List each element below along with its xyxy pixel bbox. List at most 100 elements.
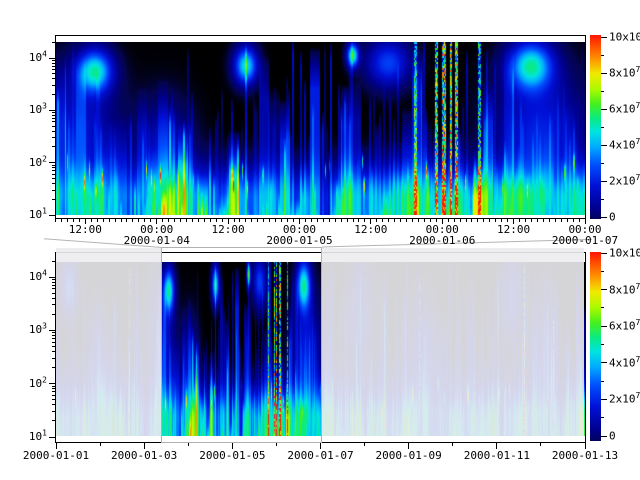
x-minor-tick [525,219,526,222]
x-minor-tick [358,219,359,222]
y-tick-label: 101 [0,431,47,442]
y-minor-tick [52,42,55,43]
colorbar-major-tick [601,37,607,38]
x-minor-tick [364,443,365,446]
x-minor-tick [543,219,544,222]
zoom-spectrogram[interactable] [56,42,585,215]
colorbar-minor-tick [601,271,604,272]
unselected-shade-right [322,248,584,436]
y-minor-tick [52,386,55,387]
colorbar-tick-label: 2x107 [609,176,640,187]
x-minor-tick [555,219,556,222]
colorbar-minor-tick [601,91,604,92]
y-minor-tick [52,332,55,333]
y-minor-tick [52,411,55,412]
x-minor-tick [305,219,306,222]
x-minor-tick [180,219,181,222]
x-minor-tick [144,219,145,222]
x-minor-tick [452,443,453,446]
x-minor-tick [436,219,437,222]
x-minor-tick [103,219,104,222]
y-tick-label: 101 [0,209,47,220]
x-minor-tick [281,219,282,222]
x-minor-tick [275,219,276,222]
x-minor-tick [245,219,246,222]
y-minor-tick [52,115,55,116]
y-minor-tick [52,338,55,339]
x-minor-tick [293,219,294,222]
y-major-tick [49,330,55,331]
x-minor-tick [97,219,98,222]
x-minor-tick [347,219,348,222]
y-minor-tick [52,60,55,61]
colorbar-minor-tick [601,127,604,128]
x-minor-tick [483,219,484,222]
x-tick-time-label: 12:00 [212,224,245,235]
x-minor-tick [573,219,574,222]
colorbar-tick-label: 10x107 [609,248,640,259]
x-minor-tick [100,443,101,446]
x-minor-tick [448,219,449,222]
y-major-tick [49,437,55,438]
x-minor-tick [418,219,419,222]
y-minor-tick [52,314,55,315]
y-minor-tick [52,420,55,421]
y-minor-tick [52,94,55,95]
y-tick-label: 104 [0,271,47,282]
y-minor-tick [52,73,55,74]
y-major-tick [49,215,55,216]
x-minor-tick [276,443,277,446]
colorbar-major-tick [601,326,607,327]
y-minor-tick [52,346,55,347]
x-tick-date-label: 2000-01-09 [376,450,442,461]
x-tick-date-label: 2000-01-05 [266,235,332,246]
y-major-tick [49,58,55,59]
x-minor-tick [115,219,116,222]
y-minor-tick [52,146,55,147]
x-minor-tick [406,219,407,222]
y-minor-tick [52,112,55,113]
y-minor-tick [52,358,55,359]
colorbar-major-tick [601,399,607,400]
x-minor-tick [126,219,127,222]
y-minor-tick [52,342,55,343]
y-minor-tick [52,174,55,175]
colorbar-minor-tick [601,307,604,308]
x-minor-tick [540,443,541,446]
colorbar-major-tick [601,253,607,254]
spectrogram-browser: 12:0000:002000-01-0412:0000:002000-01-05… [0,0,640,480]
y-minor-tick [52,167,55,168]
x-minor-tick [317,219,318,222]
x-minor-tick [382,219,383,222]
y-major-tick [49,383,55,384]
x-minor-tick [412,219,413,222]
colorbar-minor-tick [601,163,604,164]
x-minor-tick [55,219,56,222]
x-minor-tick [67,219,68,222]
y-tick-label: 103 [0,104,47,115]
y-minor-tick [52,391,55,392]
x-minor-tick [311,219,312,222]
colorbar-major-tick [601,181,607,182]
x-minor-tick [121,219,122,222]
y-tick-label: 102 [0,157,47,168]
y-minor-tick [52,367,55,368]
y-minor-tick [52,131,55,132]
x-minor-tick [186,219,187,222]
x-minor-tick [460,219,461,222]
unselected-shade-left [56,248,161,436]
selection-box[interactable] [161,247,322,443]
x-minor-tick [567,219,568,222]
x-minor-tick [376,219,377,222]
x-minor-tick [132,219,133,222]
x-minor-tick [364,219,365,222]
y-minor-tick [52,165,55,166]
x-minor-tick [109,219,110,222]
x-minor-tick [466,219,467,222]
x-minor-tick [257,219,258,222]
y-major-tick [49,110,55,111]
y-tick-label: 104 [0,52,47,63]
x-tick-time-label: 12:00 [69,224,102,235]
y-minor-tick [52,261,55,262]
x-minor-tick [156,219,157,222]
